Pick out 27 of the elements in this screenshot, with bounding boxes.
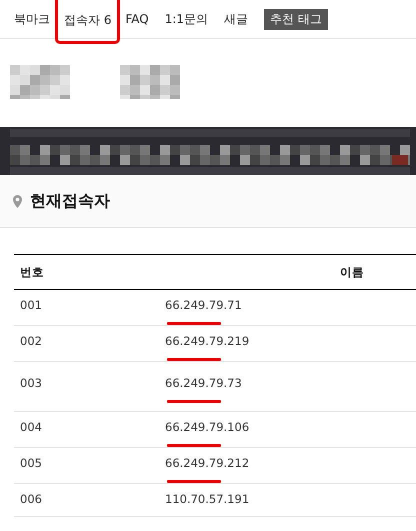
highlight-underline [167,444,221,447]
ip-address: 110.70.57.191 [165,492,250,506]
ip-address: 66.249.79.73 [165,376,242,392]
table-cell: 002 [14,326,165,362]
table-cell: 004 [14,412,165,448]
nav-tab[interactable]: 새글 [216,4,256,34]
table-cell: 003 [14,362,165,412]
highlight-underline [167,400,221,403]
nav-tab[interactable]: FAQ [117,6,157,32]
nav-tab[interactable]: 1:1문의 [156,4,216,34]
ip-address: 66.249.79.212 [165,456,250,472]
highlight-underline [167,322,221,325]
nav-tab[interactable]: 접속자 6 [58,0,118,40]
highlight-underline [167,358,221,361]
tag-button[interactable]: 추천 태그 [264,8,328,30]
column-header: 이름 [334,254,416,290]
highlight-underline [167,480,221,483]
ip-address: 66.249.79.71 [165,298,242,314]
ip-address: 66.249.79.106 [165,420,250,436]
table-cell: 006 [14,484,165,516]
nav-tab[interactable]: 북마크 [6,4,58,34]
ip-address: 66.249.79.219 [165,334,250,350]
section-title: 현재접속자 [30,190,110,212]
table-cell: 001 [14,290,165,326]
column-header: 번호 [14,254,165,290]
location-pin-icon [13,194,22,208]
table-cell: 005 [14,448,165,484]
